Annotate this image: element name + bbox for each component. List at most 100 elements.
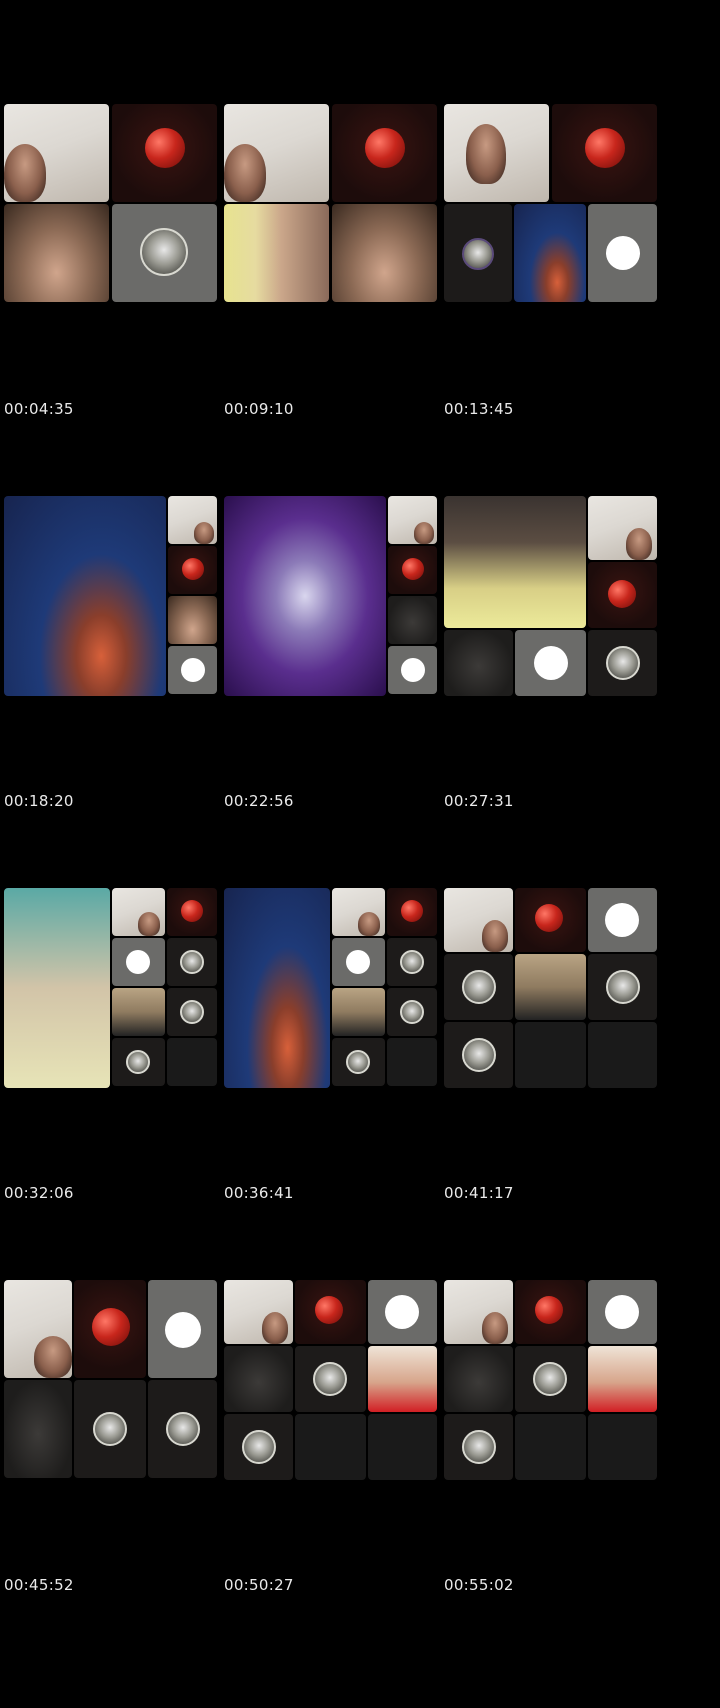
participant-tile-closeup[interactable] [4, 204, 109, 302]
participant-tile-empty [515, 1022, 586, 1088]
participant-tile-girl[interactable] [224, 1280, 293, 1344]
participant-tile-boy[interactable] [444, 1346, 513, 1412]
call-snapshot-12: 00:55:02 [440, 1176, 673, 1594]
participant-tile-boy[interactable] [224, 1346, 293, 1412]
participant-grid [220, 104, 453, 322]
call-snapshot-8: 00:36:41 [220, 784, 453, 1202]
participant-tile-red-shirt[interactable] [368, 1346, 437, 1412]
participant-tile-closeup[interactable] [224, 204, 329, 302]
participant-tile-girl[interactable] [4, 1280, 72, 1378]
participant-tile-empty [368, 1414, 437, 1480]
participant-tile-ocean-filter-main[interactable] [224, 888, 330, 1088]
participant-tile-avatar[interactable] [74, 1380, 146, 1478]
participant-tile-empty [588, 1414, 657, 1480]
participant-tile-main[interactable] [4, 888, 110, 1088]
participant-grid [0, 496, 233, 714]
participant-tile-muted[interactable] [368, 1280, 437, 1344]
participant-tile-muted[interactable] [588, 888, 657, 952]
participant-tile-muted[interactable] [588, 1280, 657, 1344]
participant-tile-fish-filter[interactable] [388, 546, 437, 594]
participant-grid [0, 888, 233, 1106]
participant-tile-girl[interactable] [4, 104, 109, 202]
participant-tile-red-shirt[interactable] [588, 1346, 657, 1412]
participant-tile-muted[interactable] [515, 630, 586, 696]
participant-tile-avatar[interactable] [224, 1414, 293, 1480]
call-snapshot-1: 00:04:35 [0, 0, 233, 418]
participant-tile-avatar[interactable] [588, 954, 657, 1020]
participant-tile-girl[interactable] [224, 104, 329, 202]
participant-tile-muted[interactable] [168, 646, 217, 694]
participant-tile-boy[interactable] [515, 954, 586, 1020]
participant-tile-boy[interactable] [388, 596, 437, 644]
participant-tile-empty [295, 1414, 366, 1480]
participant-tile-boy[interactable] [168, 596, 217, 644]
participant-tile-avatar[interactable] [148, 1380, 217, 1478]
call-snapshot-7: 00:32:06 [0, 784, 233, 1202]
participant-tile-face-filter-main[interactable] [444, 496, 586, 628]
participant-tile-dark-avatar[interactable] [444, 204, 512, 302]
participant-tile-muted[interactable] [588, 204, 657, 302]
participant-tile-avatar[interactable] [387, 938, 437, 986]
participant-tile-muted[interactable] [148, 1280, 217, 1378]
participant-tile-fish-filter[interactable] [112, 104, 217, 202]
participant-tile-avatar[interactable] [332, 1038, 385, 1086]
call-snapshot-3: 00:13:45 [440, 0, 673, 418]
participant-tile-girl[interactable] [588, 496, 657, 560]
participant-tile-girl[interactable] [444, 104, 549, 202]
timestamp-label: 00:50:27 [224, 1576, 294, 1594]
participant-tile-boy[interactable] [444, 630, 513, 696]
participant-tile-avatar[interactable] [515, 1346, 586, 1412]
participant-tile-fish-filter[interactable] [74, 1280, 146, 1378]
participant-tile-avatar[interactable] [444, 954, 513, 1020]
participant-grid [440, 888, 673, 1106]
participant-tile-muted[interactable] [112, 938, 165, 986]
participant-grid [440, 1280, 673, 1498]
participant-tile-avatar[interactable] [387, 988, 437, 1036]
participant-tile-fish-filter[interactable] [332, 104, 437, 202]
participant-grid [440, 496, 673, 714]
participant-tile-boy[interactable] [332, 988, 385, 1036]
participant-tile-avatar[interactable] [588, 630, 657, 696]
participant-tile-girl[interactable] [444, 1280, 513, 1344]
call-snapshot-4: 00:18:20 [0, 392, 233, 810]
participant-tile-muted[interactable] [332, 938, 385, 986]
participant-tile-fish-filter[interactable] [588, 562, 657, 628]
participant-tile-empty [515, 1414, 586, 1480]
participant-tile-girl[interactable] [112, 888, 165, 936]
participant-tile-ocean-filter[interactable] [514, 204, 586, 302]
participant-tile-fish-filter[interactable] [387, 888, 437, 936]
call-snapshot-2: 00:09:10 [220, 0, 453, 418]
participant-tile-empty [387, 1038, 437, 1086]
participant-tile-fish-filter[interactable] [167, 888, 217, 936]
participant-grid [0, 1280, 233, 1498]
participant-tile-boy[interactable] [112, 988, 165, 1036]
participant-tile-crystal-filter-main[interactable] [224, 496, 386, 696]
participant-tile-fish-filter[interactable] [515, 1280, 586, 1344]
participant-tile-girl[interactable] [444, 888, 513, 952]
call-snapshot-6: 00:27:31 [440, 392, 673, 810]
participant-tile-girl[interactable] [168, 496, 217, 544]
participant-grid [220, 888, 453, 1106]
participant-tile-avatar[interactable] [167, 988, 217, 1036]
call-snapshot-9: 00:41:17 [440, 784, 673, 1202]
participant-tile-fish-filter[interactable] [515, 888, 586, 952]
participant-tile-avatar[interactable] [112, 1038, 165, 1086]
participant-tile-ocean-filter-main[interactable] [4, 496, 166, 696]
participant-tile-girl[interactable] [388, 496, 437, 544]
participant-tile-avatar[interactable] [444, 1022, 513, 1088]
call-snapshot-10: 00:45:52 [0, 1176, 233, 1594]
participant-tile-fish-filter[interactable] [552, 104, 657, 202]
participant-tile-avatar[interactable] [295, 1346, 366, 1412]
timestamp-label: 00:55:02 [444, 1576, 514, 1594]
participant-tile-avatar[interactable] [167, 938, 217, 986]
call-snapshot-11: 00:50:27 [220, 1176, 453, 1594]
participant-tile-fish-filter[interactable] [295, 1280, 366, 1344]
participant-tile-avatar[interactable] [444, 1414, 513, 1480]
participant-tile-boy[interactable] [332, 204, 437, 302]
timestamp-label: 00:45:52 [4, 1576, 74, 1594]
participant-tile-girl[interactable] [332, 888, 385, 936]
participant-tile-boy[interactable] [4, 1380, 72, 1478]
participant-tile-muted[interactable] [388, 646, 437, 694]
participant-tile-fish-filter[interactable] [168, 546, 217, 594]
participant-tile-avatar[interactable] [112, 204, 217, 302]
